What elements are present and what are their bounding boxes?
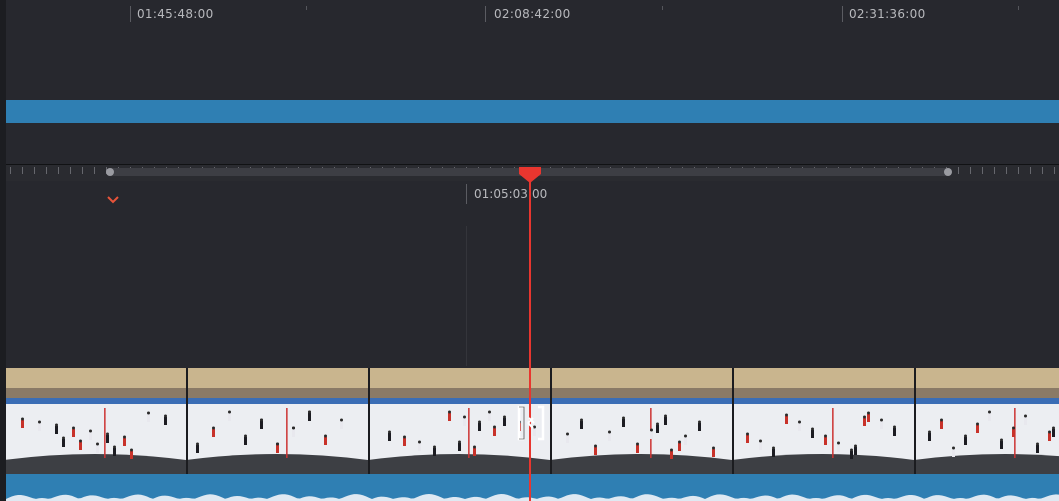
zoom-ruler-tick bbox=[10, 167, 11, 174]
zoom-ruler-tick bbox=[34, 167, 35, 174]
video-thumbnail bbox=[186, 368, 368, 474]
playhead-line[interactable] bbox=[529, 176, 531, 501]
zoom-ruler-tick bbox=[982, 167, 983, 174]
zoom-ruler-tick bbox=[1042, 167, 1043, 174]
playhead-icon[interactable] bbox=[519, 167, 541, 183]
playhead-timecode: 01:05:03:00 bbox=[474, 187, 548, 201]
zoom-ruler-tick bbox=[466, 184, 467, 204]
marker-chevron-icon[interactable] bbox=[106, 195, 120, 205]
zoom-ruler-tick bbox=[994, 167, 995, 174]
ruler-tick bbox=[130, 6, 131, 22]
zoom-ruler-tick bbox=[46, 167, 47, 174]
ruler-tick bbox=[842, 6, 843, 22]
zoom-ruler-tick bbox=[1030, 167, 1031, 174]
ruler-timecode-2: 02:08:42:00 bbox=[494, 7, 571, 21]
range-start-handle-icon[interactable] bbox=[106, 168, 114, 176]
ruler-timecode-3: 02:31:36:00 bbox=[849, 7, 926, 21]
video-thumbnail bbox=[6, 368, 186, 474]
zoom-ruler-tick bbox=[82, 167, 83, 174]
range-end-handle-icon[interactable] bbox=[944, 168, 952, 176]
ruler-tick bbox=[662, 6, 663, 10]
ruler-guide-line bbox=[466, 226, 467, 366]
zoom-ruler-tick bbox=[970, 167, 971, 174]
trim-cursor-icon bbox=[517, 405, 545, 441]
video-thumbnail bbox=[914, 368, 1059, 474]
ruler-tick bbox=[1018, 6, 1019, 10]
zoom-ruler-tick bbox=[94, 167, 95, 174]
ruler-tick bbox=[306, 6, 307, 10]
zoom-ruler-tick bbox=[70, 167, 71, 174]
zoom-ruler-tick bbox=[1054, 167, 1055, 174]
zoom-ruler-tick bbox=[22, 167, 23, 174]
audio-waveform bbox=[6, 494, 1059, 501]
timeline-panel: 01:45:48:00 02:08:42:00 02:31:36:00 01:0… bbox=[6, 0, 1059, 501]
zoom-ruler-tick bbox=[1006, 167, 1007, 174]
zoom-ruler-tick bbox=[1018, 167, 1019, 174]
upper-timeline-clip[interactable] bbox=[6, 100, 1059, 123]
video-thumbnail bbox=[732, 368, 914, 474]
ruler-tick bbox=[485, 6, 486, 22]
zoom-ruler-tick bbox=[58, 167, 59, 174]
video-thumbnail bbox=[550, 368, 732, 474]
upper-timecode-ruler[interactable]: 01:45:48:00 02:08:42:00 02:31:36:00 bbox=[6, 0, 1059, 24]
ruler-timecode-1: 01:45:48:00 bbox=[137, 7, 214, 21]
zoom-ruler-tick bbox=[958, 167, 959, 174]
